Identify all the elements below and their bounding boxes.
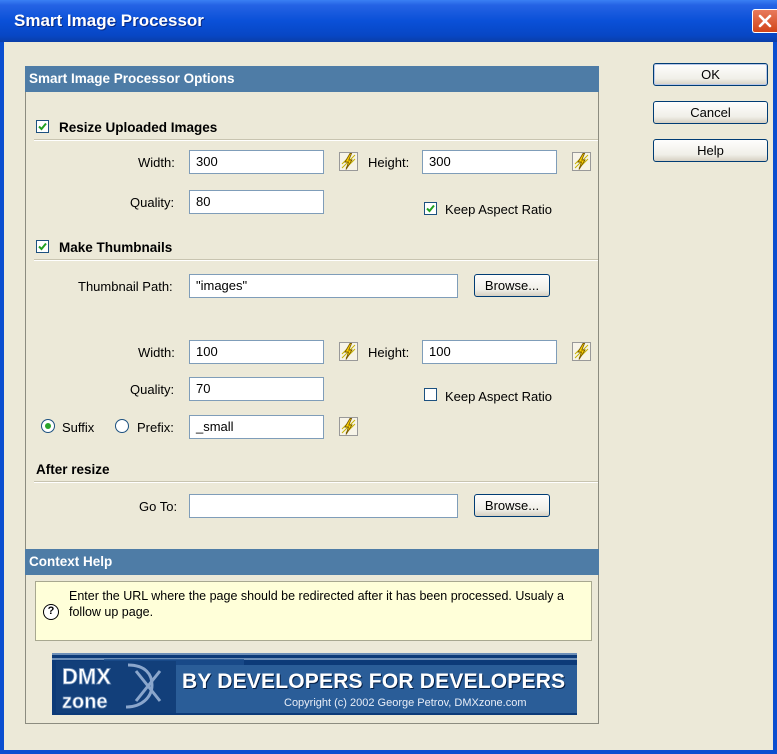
resize-height-input[interactable]: 300 <box>422 150 557 174</box>
help-button[interactable]: Help <box>653 139 768 162</box>
context-help-header: Context Help <box>25 549 599 575</box>
goto-label: Go To: <box>139 499 178 514</box>
question-icon: ? <box>43 604 59 620</box>
prefix-radio[interactable] <box>115 419 129 433</box>
dmxzone-logo: DMX zone <box>56 661 176 713</box>
dmxzone-banner[interactable]: DMX zone BY DEVELOPERS FOR DEVELOPERS Co… <box>52 653 577 715</box>
close-icon <box>758 14 772 28</box>
dynamic-data-lightning-icon[interactable] <box>572 342 591 361</box>
thumb-height-input[interactable]: 100 <box>422 340 557 364</box>
resize-quality-input[interactable]: 80 <box>189 190 324 214</box>
banner-copyright: Copyright (c) 2002 George Petrov, DMXzon… <box>284 697 527 709</box>
title-bar[interactable]: Smart Image Processor <box>0 0 777 42</box>
thumbnails-divider <box>34 259 598 261</box>
banner-slogan: BY DEVELOPERS FOR DEVELOPERS <box>182 670 566 693</box>
resize-height-label: Height: <box>368 155 410 170</box>
checkmark-icon <box>426 204 435 213</box>
after-resize-label: After resize <box>36 462 110 477</box>
goto-browse-button[interactable]: Browse... <box>474 494 550 517</box>
dynamic-data-lightning-icon[interactable] <box>339 417 358 436</box>
thumbnails-label: Make Thumbnails <box>59 240 173 255</box>
resize-width-label: Width: <box>138 155 175 170</box>
thumbnail-browse-button[interactable]: Browse... <box>474 274 550 297</box>
resize-label: Resize Uploaded Images <box>59 120 218 135</box>
thumb-width-label: Width: <box>138 345 175 360</box>
thumbnail-path-label: Thumbnail Path: <box>78 279 173 294</box>
thumbnails-checkbox[interactable] <box>36 240 49 253</box>
checkmark-icon <box>38 242 47 251</box>
thumb-keep-aspect-checkbox[interactable] <box>424 388 437 401</box>
dynamic-data-lightning-icon[interactable] <box>339 342 358 361</box>
dynamic-data-lightning-icon[interactable] <box>572 152 591 171</box>
resize-checkbox[interactable] <box>36 120 49 133</box>
suffix-label: Suffix <box>62 420 95 435</box>
after-resize-divider <box>34 481 598 483</box>
context-help-box: ? Enter the URL where the page should be… <box>35 581 592 641</box>
resize-keep-aspect-checkbox[interactable] <box>424 202 437 215</box>
ok-button[interactable]: OK <box>653 63 768 86</box>
close-button[interactable] <box>752 9 777 33</box>
banner-stripe <box>52 653 577 655</box>
svg-text:zone: zone <box>62 691 108 713</box>
svg-text:DMX: DMX <box>62 664 111 689</box>
thumb-quality-input[interactable]: 70 <box>189 377 324 401</box>
suffix-radio[interactable] <box>41 419 55 433</box>
dialog-window: Smart Image Processor OK Cancel Help Sma… <box>0 0 777 754</box>
resize-width-input[interactable]: 300 <box>189 150 324 174</box>
options-header: Smart Image Processor Options <box>25 66 599 92</box>
cancel-button[interactable]: Cancel <box>653 101 768 124</box>
resize-divider <box>34 139 598 141</box>
thumb-height-label: Height: <box>368 345 410 360</box>
dynamic-data-lightning-icon[interactable] <box>339 152 358 171</box>
radio-dot <box>45 423 51 429</box>
checkmark-icon <box>38 122 47 131</box>
resize-quality-label: Quality: <box>130 195 175 210</box>
window-border-left <box>0 42 4 754</box>
window-border-bottom <box>0 750 777 754</box>
context-help-text: Enter the URL where the page should be r… <box>69 589 564 619</box>
window-title: Smart Image Processor <box>14 11 204 30</box>
thumb-keep-aspect-label: Keep Aspect Ratio <box>445 389 552 404</box>
resize-keep-aspect-label: Keep Aspect Ratio <box>445 202 552 217</box>
thumbnail-path-input[interactable]: "images" <box>189 274 458 298</box>
affix-input[interactable]: _small <box>189 415 324 439</box>
thumb-quality-label: Quality: <box>130 382 175 397</box>
thumb-width-input[interactable]: 100 <box>189 340 324 364</box>
goto-input[interactable] <box>189 494 458 518</box>
prefix-label: Prefix: <box>137 420 174 435</box>
window-border-right <box>773 42 777 754</box>
